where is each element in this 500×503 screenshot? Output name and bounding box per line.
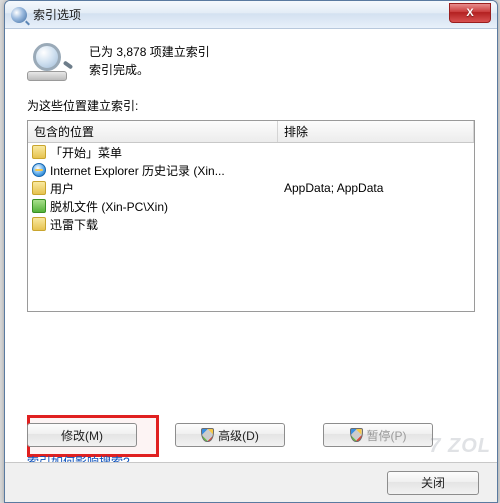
ie-icon — [32, 163, 46, 177]
button-label: 修改(M) — [61, 427, 103, 444]
column-excluded[interactable]: 排除 — [278, 121, 474, 142]
button-label: 暂停(P) — [367, 427, 407, 444]
status-text: 已为 3,878 项建立索引 索引完成。 — [89, 43, 210, 79]
list-item[interactable]: Internet Explorer 历史记录 (Xin... — [28, 161, 474, 179]
item-exclude: AppData; AppData — [278, 181, 474, 195]
list-item[interactable]: 迅雷下载 — [28, 215, 474, 233]
status-complete: 索引完成。 — [89, 61, 210, 79]
uac-shield-icon — [350, 428, 363, 442]
list-header: 包含的位置 排除 — [28, 121, 474, 143]
list-body: 「开始」菜单 Internet Explorer 历史记录 (Xin... 用户… — [28, 143, 474, 233]
uac-shield-icon — [201, 428, 214, 442]
magnifier-icon — [11, 7, 27, 23]
close-icon: X — [466, 7, 473, 19]
magnifier-large-icon — [27, 43, 73, 81]
list-item[interactable]: 「开始」菜单 — [28, 143, 474, 161]
pause-button[interactable]: 暂停(P) — [323, 423, 433, 447]
item-label: 「开始」菜单 — [50, 144, 122, 161]
indexing-options-dialog: 索引选项 X 已为 3,878 项建立索引 索引完成。 为这些位置建立索引: 包… — [4, 0, 498, 503]
folder-icon — [32, 145, 46, 159]
close-button[interactable]: 关闭 — [387, 471, 479, 495]
dialog-footer: 关闭 — [5, 462, 497, 502]
button-label: 高级(D) — [218, 427, 259, 444]
list-item[interactable]: 用户 AppData; AppData — [28, 179, 474, 197]
window-close-button[interactable]: X — [449, 3, 491, 23]
folder-icon — [32, 181, 46, 195]
status-count: 已为 3,878 项建立索引 — [89, 43, 210, 61]
offline-files-icon — [32, 199, 46, 213]
item-label: 迅雷下载 — [50, 216, 98, 233]
column-included[interactable]: 包含的位置 — [28, 121, 278, 142]
item-label: 用户 — [50, 180, 74, 197]
locations-label: 为这些位置建立索引: — [27, 97, 475, 114]
window-title: 索引选项 — [33, 6, 81, 23]
titlebar[interactable]: 索引选项 X — [5, 1, 497, 29]
advanced-button[interactable]: 高级(D) — [175, 423, 285, 447]
item-label: 脱机文件 (Xin-PC\Xin) — [50, 198, 168, 215]
dialog-content: 已为 3,878 项建立索引 索引完成。 为这些位置建立索引: 包含的位置 排除… — [5, 29, 497, 502]
item-label: Internet Explorer 历史记录 (Xin... — [50, 162, 225, 179]
button-label: 关闭 — [421, 474, 445, 491]
modify-button[interactable]: 修改(M) — [27, 423, 137, 447]
folder-icon — [32, 217, 46, 231]
locations-list[interactable]: 包含的位置 排除 「开始」菜单 Internet Explorer 历史记录 (… — [27, 120, 475, 312]
list-item[interactable]: 脱机文件 (Xin-PC\Xin) — [28, 197, 474, 215]
